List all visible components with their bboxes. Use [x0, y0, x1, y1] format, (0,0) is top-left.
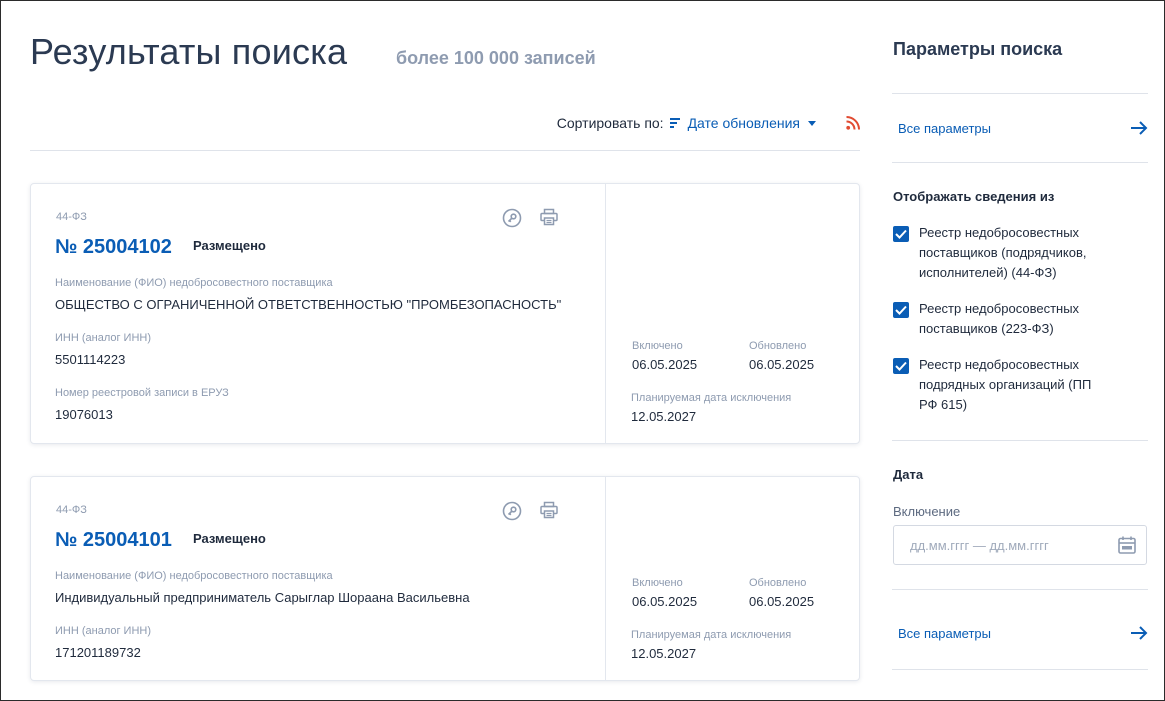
chevron-down-icon [808, 121, 816, 126]
arrow-right-icon [1131, 121, 1148, 135]
arrow-right-icon [1131, 626, 1148, 640]
supplier-value: Индивидуальный предприниматель Сарыглар … [55, 590, 470, 605]
checkmark-icon [895, 229, 907, 239]
eruz-label: Номер реестровой записи в ЕРУЗ [55, 387, 229, 399]
law-label: 44-ФЗ [56, 211, 87, 223]
law-label: 44-ФЗ [56, 504, 87, 516]
sort-bar: Сортировать по: Дате обновления [557, 112, 860, 134]
all-parameters-link-bottom[interactable]: Все параметры [892, 621, 1148, 645]
exclusion-label: Планируемая дата исключения [631, 629, 792, 641]
supplier-label: Наименование (ФИО) недобросовестного пос… [55, 570, 333, 582]
divider [892, 93, 1148, 94]
result-card: 44-ФЗ № 25004101 Размещено Наименование … [30, 476, 860, 681]
all-parameters-label: Все параметры [898, 625, 992, 641]
all-parameters-label: Все параметры [898, 120, 992, 136]
updated-date: 06.05.2025 [749, 357, 815, 372]
inclusion-label: Включение [893, 504, 961, 519]
exclusion-date: 12.05.2027 [631, 409, 697, 424]
checkbox-checked[interactable] [893, 226, 909, 242]
page-title: Результаты поиска [30, 31, 348, 72]
exclusion-label: Планируемая дата исключения [631, 392, 792, 404]
search-parameters-sidebar: Параметры поиска Все параметры Отображат… [892, 1, 1148, 701]
updated-label: Обновлено [749, 577, 807, 589]
card-actions [502, 501, 558, 521]
date-section-title: Дата [893, 467, 924, 482]
result-card-dates: Включено 06.05.2025 Обновлено 06.05.2025… [605, 477, 859, 680]
supplier-label: Наименование (ФИО) недобросовестного пос… [55, 277, 333, 289]
sort-lines-icon [669, 118, 680, 128]
divider [30, 150, 860, 151]
registry-option-44fz[interactable]: Реестр недобросовестных поставщиков (под… [893, 225, 1143, 283]
checkmark-icon [895, 361, 907, 371]
all-parameters-link[interactable]: Все параметры [892, 116, 1148, 140]
printer-icon[interactable] [540, 208, 558, 226]
included-date: 06.05.2025 [632, 357, 698, 372]
key-icon[interactable] [502, 501, 522, 521]
search-results-panel: Результаты поиска более 100 000 записей … [30, 1, 860, 701]
inn-value: 5501114223 [55, 352, 126, 367]
result-count: более 100 000 записей [396, 48, 596, 68]
inn-label: ИНН (аналог ИНН) [55, 625, 152, 637]
sort-value: Дате обновления [687, 115, 800, 131]
inclusion-date-range-input[interactable]: дд.мм.гггг — дд.мм.гггг [893, 525, 1147, 565]
sort-dropdown[interactable]: Дате обновления [669, 115, 816, 131]
checkmark-icon [895, 305, 907, 315]
sidebar-title: Параметры поиска [893, 39, 1063, 59]
show-from-title: Отображать сведения из [893, 189, 1055, 204]
sort-label: Сортировать по: [556, 115, 664, 131]
divider [892, 589, 1148, 590]
included-label: Включено [632, 577, 683, 589]
status-badge: Размещено [193, 238, 266, 253]
divider [892, 162, 1148, 163]
divider [892, 669, 1148, 670]
card-actions [502, 208, 558, 228]
rss-icon[interactable] [846, 116, 860, 130]
registry-option-label: Реестр недобросовестных поставщиков (223… [919, 301, 1080, 336]
included-date: 06.05.2025 [632, 594, 698, 609]
result-card-main: 44-ФЗ № 25004101 Размещено Наименование … [31, 477, 605, 680]
checkbox-checked[interactable] [893, 358, 909, 374]
registry-number-link[interactable]: № 25004102 [55, 236, 172, 259]
inn-value: 171201189732 [55, 645, 141, 660]
calendar-icon[interactable] [1118, 536, 1136, 554]
result-card: 44-ФЗ № 25004102 Размещено Наименование … [30, 183, 860, 444]
inn-label: ИНН (аналог ИНН) [55, 332, 152, 344]
status-badge: Размещено [193, 531, 266, 546]
updated-label: Обновлено [749, 340, 807, 352]
registry-option-label: Реестр недобросовестных подрядных органи… [919, 357, 1092, 412]
included-label: Включено [632, 340, 683, 352]
date-range-placeholder: дд.мм.гггг — дд.мм.гггг [910, 537, 1049, 553]
registry-option-223fz[interactable]: Реестр недобросовестных поставщиков (223… [893, 301, 1143, 339]
result-card-main: 44-ФЗ № 25004102 Размещено Наименование … [31, 184, 605, 443]
registry-option-pp615[interactable]: Реестр недобросовестных подрядных органи… [893, 357, 1143, 415]
updated-date: 06.05.2025 [749, 594, 815, 609]
printer-icon[interactable] [540, 501, 558, 519]
supplier-value: ОБЩЕСТВО С ОГРАНИЧЕННОЙ ОТВЕТСТВЕННОСТЬЮ… [55, 297, 562, 312]
registry-number-link[interactable]: № 25004101 [55, 529, 172, 552]
result-card-dates: Включено 06.05.2025 Обновлено 06.05.2025… [605, 184, 859, 443]
checkbox-checked[interactable] [893, 302, 909, 318]
eruz-value: 19076013 [55, 407, 113, 422]
divider [892, 440, 1148, 441]
registry-option-label: Реестр недобросовестных поставщиков (под… [919, 225, 1087, 280]
key-icon[interactable] [502, 208, 522, 228]
exclusion-date: 12.05.2027 [631, 646, 697, 661]
